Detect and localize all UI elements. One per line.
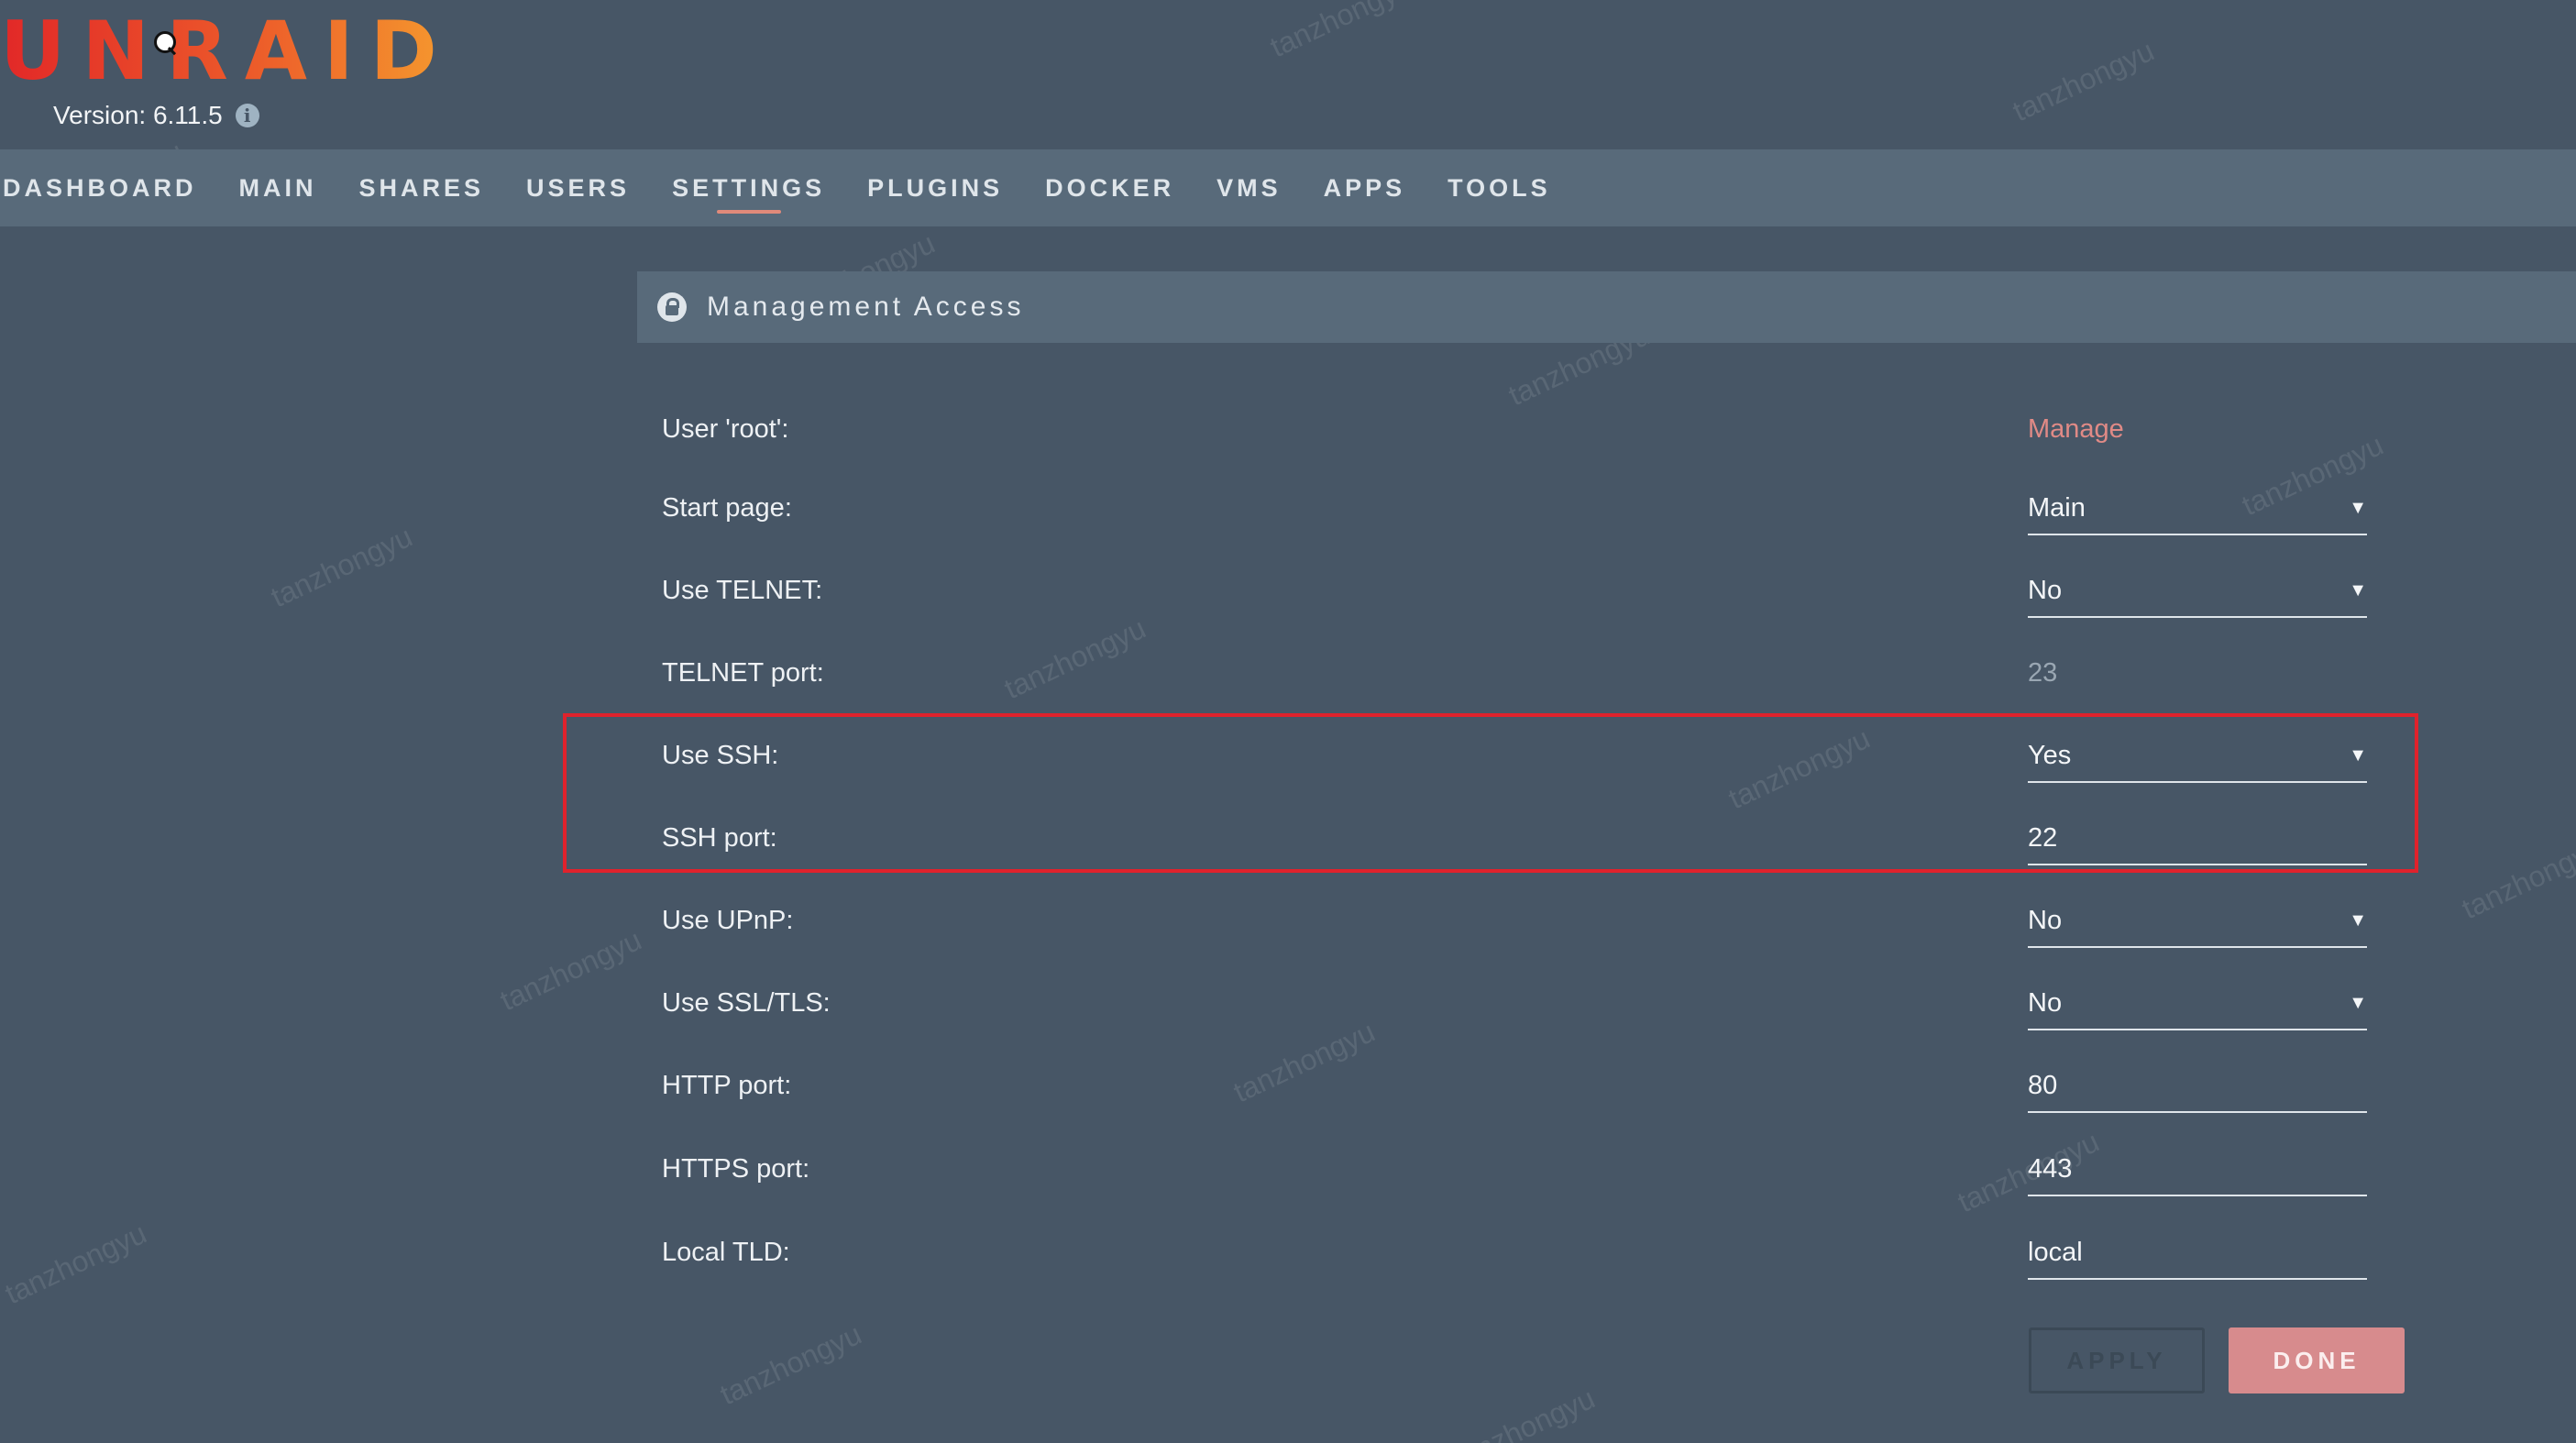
watermark: tanzhongyu [265,519,418,614]
dropdown-arrow-icon: ▼ [2349,498,2367,518]
nav-shares[interactable]: SHARES [338,149,506,226]
row-telnet-port: TELNET port: 23 [662,645,2367,700]
use-ssl-label: Use SSL/TLS: [662,988,831,1018]
use-upnp-select[interactable]: No ▼ [2028,893,2367,948]
https-port-input[interactable]: 443 [2028,1141,2367,1196]
local-tld-label: Local TLD: [662,1238,790,1267]
dropdown-arrow-icon: ▼ [2349,910,2367,931]
use-upnp-label: Use UPnP: [662,906,794,935]
watermark: tanzhongyu [2007,33,2160,128]
use-ssl-value: No [2028,988,2063,1018]
mouse-cursor-icon [154,31,176,53]
nav-dashboard[interactable]: DASHBOARD [0,149,218,226]
version-info: Version: 6.11.5 i [53,101,259,130]
http-port-input[interactable]: 80 [2028,1058,2367,1113]
row-https-port: HTTPS port: 443 [662,1141,2367,1196]
ssh-port-label: SSH port: [662,823,777,853]
nav-settings[interactable]: SETTINGS [651,149,846,226]
use-upnp-value: No [2028,906,2063,935]
section-title: Management Access [707,292,1025,322]
done-button[interactable]: DONE [2229,1327,2405,1393]
watermark: tanzhongyu [2456,831,2576,926]
nav-vms[interactable]: VMS [1195,149,1303,226]
use-ssh-value: Yes [2028,741,2072,770]
use-telnet-select[interactable]: No ▼ [2028,563,2367,618]
apply-button[interactable]: APPLY [2029,1327,2205,1393]
row-use-telnet: Use TELNET: No ▼ [662,563,2367,618]
unraid-logo[interactable]: UNRAID [0,6,454,97]
section-header: Management Access [637,271,2576,343]
row-http-port: HTTP port: 80 [662,1058,2367,1113]
lock-icon [657,292,687,322]
telnet-port-input: 23 [2028,658,2058,688]
manage-link[interactable]: Manage [2028,414,2124,444]
row-use-ssl: Use SSL/TLS: No ▼ [662,975,2367,1030]
watermark: tanzhongyu [494,922,647,1018]
nav-plugins[interactable]: PLUGINS [846,149,1024,226]
row-ssh-port: SSH port: 22 [662,810,2367,865]
nav-apps[interactable]: APPS [1303,149,1427,226]
http-port-label: HTTP port: [662,1071,792,1100]
nav-users[interactable]: USERS [505,149,651,226]
nav-docker[interactable]: DOCKER [1024,149,1195,226]
https-port-label: HTTPS port: [662,1154,810,1184]
row-start-page: Start page: Main ▼ [662,480,2367,535]
dropdown-arrow-icon: ▼ [2349,745,2367,766]
main-nav: DASHBOARD MAIN SHARES USERS SETTINGS PLU… [0,149,2576,226]
row-user-root: User 'root': Manage [662,402,2367,457]
use-telnet-value: No [2028,576,2063,605]
dropdown-arrow-icon: ▼ [2349,580,2367,600]
version-text: Version: 6.11.5 [53,101,223,129]
use-telnet-label: Use TELNET: [662,576,823,605]
local-tld-input[interactable]: local [2028,1225,2367,1280]
watermark: tanzhongyu [0,1216,152,1311]
watermark: tanzhongyu [1448,1381,1601,1443]
use-ssh-label: Use SSH: [662,741,779,770]
watermark: tanzhongyu [1264,0,1417,64]
row-use-upnp: Use UPnP: No ▼ [662,893,2367,948]
page: tanzhongyu tanzhongyu tanzhongyu tanzhon… [0,0,2576,1443]
row-local-tld: Local TLD: local [662,1225,2367,1280]
start-page-label: Start page: [662,493,792,523]
row-use-ssh: Use SSH: Yes ▼ [662,728,2367,783]
dropdown-arrow-icon: ▼ [2349,993,2367,1013]
info-icon[interactable]: i [235,104,259,127]
watermark: tanzhongyu [714,1316,867,1412]
nav-main[interactable]: MAIN [218,149,338,226]
start-page-select[interactable]: Main ▼ [2028,480,2367,535]
use-ssl-select[interactable]: No ▼ [2028,975,2367,1030]
user-root-label: User 'root': [662,414,789,444]
start-page-value: Main [2028,493,2086,523]
ssh-port-input[interactable]: 22 [2028,810,2367,865]
nav-tools[interactable]: TOOLS [1426,149,1572,226]
use-ssh-select[interactable]: Yes ▼ [2028,728,2367,783]
telnet-port-label: TELNET port: [662,658,824,688]
